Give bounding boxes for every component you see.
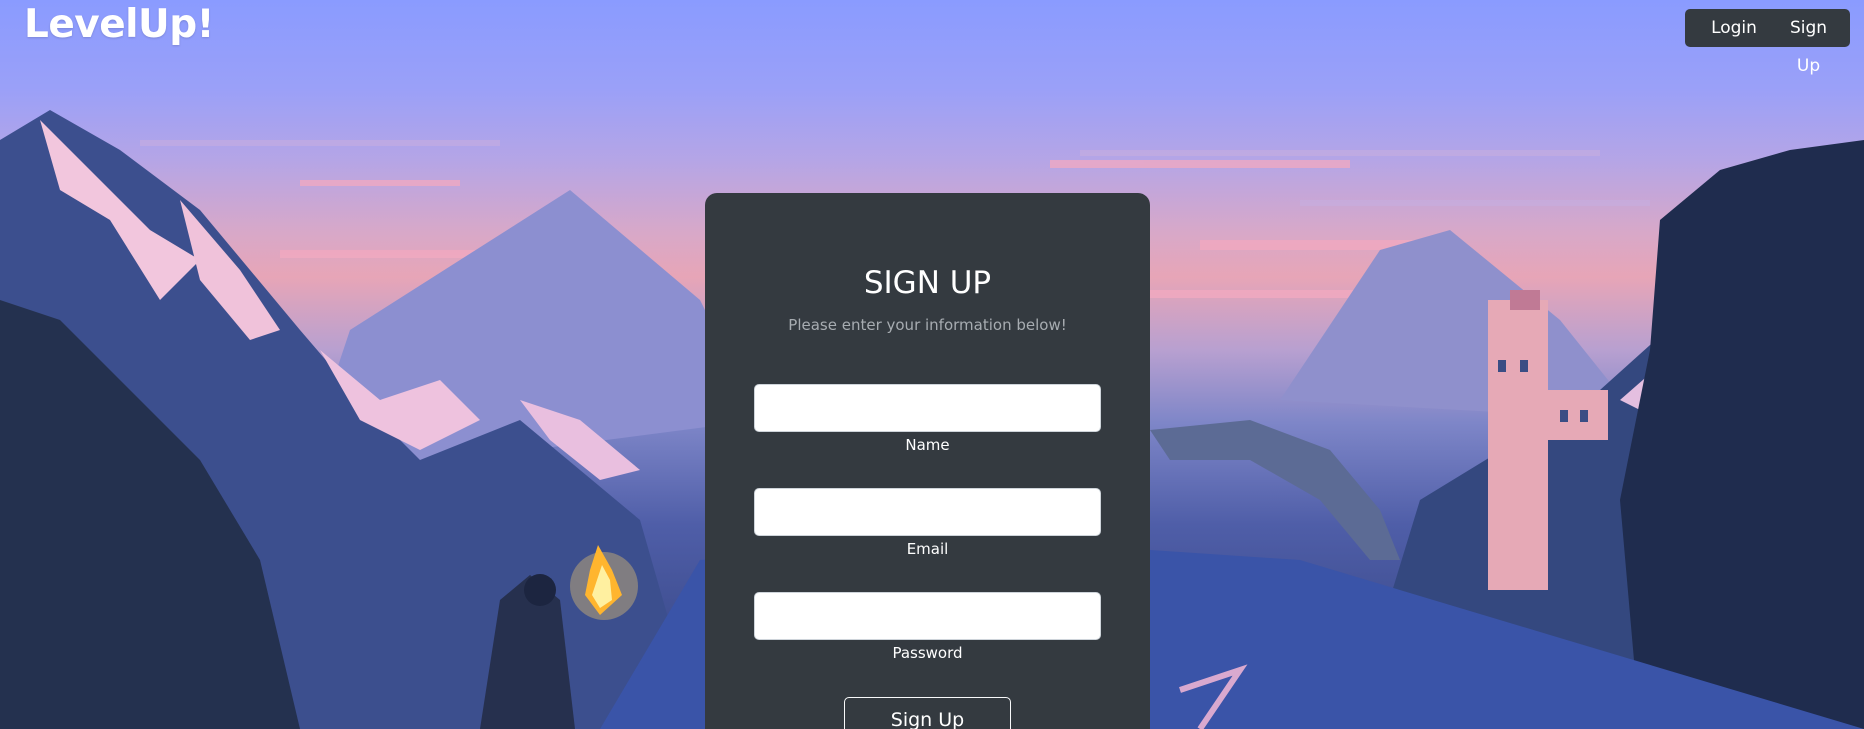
password-label: Password: [892, 644, 963, 662]
signup-card: SIGN UP Please enter your information be…: [705, 193, 1150, 729]
email-label: Email: [906, 540, 949, 558]
name-label: Name: [905, 436, 950, 454]
brand-logo[interactable]: LevelUp!: [24, 2, 214, 47]
email-input[interactable]: [754, 488, 1101, 536]
name-input[interactable]: [754, 384, 1101, 432]
password-input[interactable]: [754, 592, 1101, 640]
form-subtitle: Please enter your information below!: [788, 316, 1067, 334]
signup-nav-button[interactable]: Sign Up: [1767, 9, 1850, 76]
form-title: SIGN UP: [863, 265, 992, 301]
signup-page: LevelUp! Login Sign Up SIGN UP Please en…: [0, 0, 1864, 729]
signup-submit-button[interactable]: Sign Up: [844, 697, 1011, 729]
